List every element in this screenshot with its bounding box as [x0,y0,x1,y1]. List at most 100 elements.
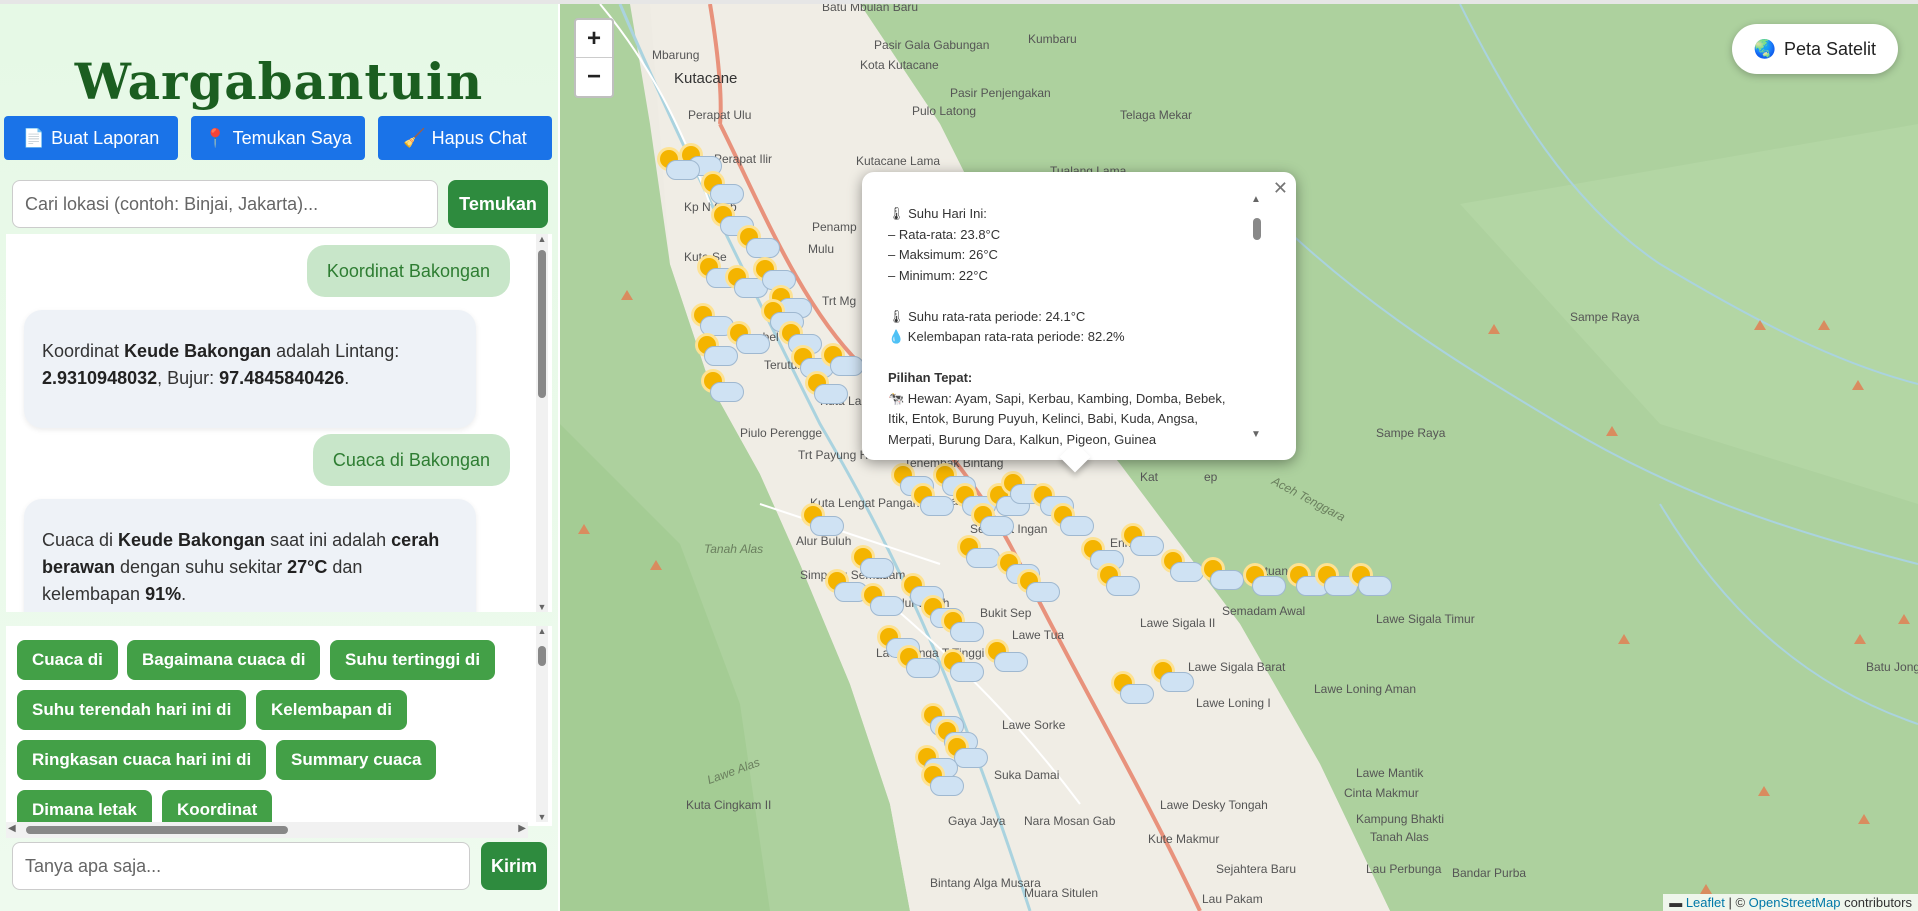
map-place-label: Pasir Gala Gabungan [874,38,990,52]
map-place-label: ep [1204,470,1218,484]
map-place-label: Lawe Sorke [1002,718,1066,732]
cloud-icon [1358,576,1392,596]
user-message: Cuaca di Bakongan [312,434,510,486]
map-place-label: Suka Damai [994,768,1060,782]
weather-marker-icon[interactable] [804,372,850,412]
map-place-label: Mbarung [652,48,700,62]
globe-icon: 🌏 [1753,38,1776,59]
scroll-down-arrow-icon[interactable]: ▼ [536,602,548,612]
weather-marker-icon[interactable] [896,646,942,686]
chips-horizontal-scrollbar[interactable]: ◀ ▶ [6,822,528,838]
map-place-label: Lawe Sigala II [1140,616,1216,630]
cloud-icon [666,160,700,180]
chip-suhu-terendah[interactable]: Suhu terendah hari ini di [17,690,247,730]
create-report-button[interactable]: 📄 Buat Laporan [4,116,178,160]
popup-scrollbar-thumb[interactable] [1253,218,1261,240]
weather-marker-icon[interactable] [1200,558,1246,598]
map-view[interactable]: Batu Mbulan Baru Pasir Gala Gabungan Kum… [560,4,1918,911]
weather-marker-icon[interactable] [1096,564,1142,604]
scroll-right-arrow-icon[interactable]: ▶ [518,823,526,834]
map-place-label: Semadam Awal [1222,604,1306,618]
scroll-up-arrow-icon[interactable]: ▲ [1251,194,1261,205]
cloud-icon [1130,536,1164,556]
chip-ringkasan-cuaca[interactable]: Ringkasan cuaca hari ini di [17,740,267,780]
weather-marker-icon[interactable] [920,764,966,804]
map-place-label: Sampe Raya [1570,310,1640,324]
scroll-down-arrow-icon[interactable]: ▼ [536,812,548,822]
weather-marker-icon[interactable] [800,504,846,544]
map-attribution: ▬ Leaflet | © OpenStreetMap contributors [1663,894,1918,911]
close-icon[interactable]: ✕ [1273,178,1288,199]
weather-marker-icon[interactable] [1150,660,1196,700]
chip-cuaca-di[interactable]: Cuaca di [17,640,118,680]
popup-line: – Maksimum: 26°C [888,247,998,262]
bot-message: Koordinat Keude Bakongan adalah Lintang:… [24,310,476,428]
chip-dimana-letak[interactable]: Dimana letak [17,790,152,826]
send-button[interactable]: Kirim [481,842,547,890]
chips-scrollbar-thumb[interactable] [538,646,546,666]
chat-scrollbar[interactable]: ▲ ▼ [536,234,548,612]
cloud-icon [746,238,780,258]
scroll-up-arrow-icon[interactable]: ▲ [536,234,548,244]
weather-marker-icon[interactable] [700,370,746,410]
popup-line: 🌡 Suhu Hari Ini: [888,206,987,221]
map-place-label: Kutacane [674,70,738,87]
map-place-label: Mulu [808,242,835,256]
chip-bagaimana-cuaca[interactable]: Bagaimana cuaca di [127,640,321,680]
weather-popup[interactable]: ✕ 🌡 Suhu Hari Ini: – Rata-rata: 23.8°C –… [862,172,1296,460]
map-place-label: Lawe Sigala Timur [1376,612,1475,626]
zoom-out-button[interactable]: − [576,58,612,96]
weather-marker-icon[interactable] [1348,564,1394,604]
chip-suhu-tertinggi[interactable]: Suhu tertinggi di [330,640,496,680]
chip-koordinat[interactable]: Koordinat [162,790,273,826]
cloud-icon [930,776,964,796]
cloud-icon [810,516,844,536]
map-place-label: Kute Makmur [1148,832,1220,846]
horizontal-scrollbar-thumb[interactable] [26,826,288,834]
map-place-label: Bandar Purba [1452,866,1527,880]
chat-input[interactable] [12,842,470,890]
map-place-label: Muara Situlen [1024,886,1099,900]
weather-marker-icon[interactable] [1016,570,1062,610]
map-place-label: Tanah Alas [704,542,764,556]
map-place-label: Nara Mosan Gab [1024,814,1116,828]
location-search-input[interactable] [12,180,438,228]
clear-chat-button[interactable]: 🧹 Hapus Chat [378,116,552,160]
satellite-map-button[interactable]: 🌏 Peta Satelit [1731,24,1898,74]
map-place-label: Piulo Perengge [740,426,823,440]
cloud-icon [1120,684,1154,704]
scroll-up-arrow-icon[interactable]: ▲ [536,626,548,636]
chat-messages[interactable]: Koordinat Bakongan Koordinat Keude Bakon… [6,234,552,612]
weather-marker-icon[interactable] [694,334,740,374]
weather-marker-icon[interactable] [940,610,986,650]
zoom-in-button[interactable]: + [576,20,612,58]
map-place-label: Kuta Cingkam II [686,798,772,812]
cloud-icon [1106,576,1140,596]
chip-summary-cuaca[interactable]: Summary cuaca [276,740,437,780]
weather-marker-icon[interactable] [984,640,1030,680]
scroll-down-arrow-icon[interactable]: ▼ [1251,429,1261,440]
scroll-left-arrow-icon[interactable]: ◀ [8,823,16,834]
find-location-button[interactable]: Temukan [448,180,548,228]
chips-scrollbar[interactable]: ▲ ▼ [536,626,548,822]
pin-icon: 📍 [204,127,227,148]
user-message: Koordinat Bakongan [306,245,510,297]
weather-marker-icon[interactable] [1242,564,1288,604]
map-place-label: Kat [1140,470,1159,484]
osm-link[interactable]: OpenStreetMap [1749,895,1841,910]
satellite-map-label: Peta Satelit [1783,38,1876,59]
popup-scrollbar[interactable]: ▲ ▼ [1251,194,1262,440]
map-place-label: Lawe Loning I [1196,696,1271,710]
map-place-label: Kampung Bhakti [1356,812,1445,826]
weather-marker-icon[interactable] [656,148,702,188]
chip-kelembapan[interactable]: Kelembapan di [256,690,407,730]
chat-scrollbar-thumb[interactable] [538,250,546,398]
locate-me-button[interactable]: 📍 Temukan Saya [191,116,365,160]
weather-marker-icon[interactable] [940,650,986,690]
broom-icon: 🧹 [403,127,426,148]
popup-heading: Pilihan Tepat: [888,370,973,385]
cloud-icon [1160,672,1194,692]
leaflet-link[interactable]: Leaflet [1686,895,1725,910]
map-place-label: Cinta Makmur [1344,786,1419,800]
map-place-label: Pasir Penjengakan [950,86,1051,100]
